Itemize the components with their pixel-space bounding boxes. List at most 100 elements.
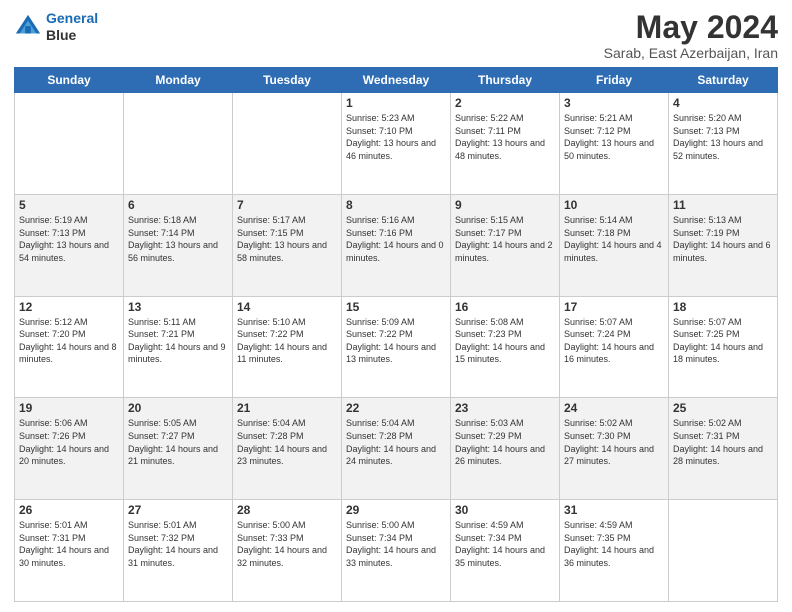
table-row: 10 Sunrise: 5:14 AM Sunset: 7:18 PM Dayli… — [560, 194, 669, 296]
table-row: 12Sunrise: 5:12 AM Sunset: 7:20 PM Dayli… — [15, 296, 124, 398]
table-row: 20Sunrise: 5:05 AM Sunset: 7:27 PM Dayli… — [124, 398, 233, 500]
month-title: May 2024 — [604, 10, 778, 45]
day-info: Sunrise: 5:02 AM Sunset: 7:30 PM Dayligh… — [564, 417, 664, 467]
day-number: 5 — [19, 198, 119, 212]
day-info: Sunrise: 5:06 AM Sunset: 7:26 PM Dayligh… — [19, 417, 119, 467]
day-info: Sunrise: 5:20 AM Sunset: 7:13 PM Dayligh… — [673, 112, 773, 162]
table-row: 2 Sunrise: 5:22 AM Sunset: 7:11 PM Daylig… — [451, 93, 560, 195]
table-row: 25Sunrise: 5:02 AM Sunset: 7:31 PM Dayli… — [669, 398, 778, 500]
table-row: 14 Sunrise: 5:10 AM Sunset: 7:22 PM Dayli… — [233, 296, 342, 398]
table-row: 22 Sunrise: 5:04 AM Sunset: 7:28 PM Dayli… — [342, 398, 451, 500]
table-row: 5 Sunrise: 5:19 AM Sunset: 7:13 PM Daylig… — [15, 194, 124, 296]
day-info: Sunrise: 5:04 AM Sunset: 7:28 PM Dayligh… — [346, 417, 446, 467]
day-number: 26 — [19, 503, 119, 517]
table-row: 16Sunrise: 5:08 AM Sunset: 7:23 PM Dayli… — [451, 296, 560, 398]
day-info: Sunrise: 5:07 AM Sunset: 7:25 PM Dayligh… — [673, 316, 773, 366]
table-row: 28 Sunrise: 5:00 AM Sunset: 7:33 PM Dayli… — [233, 500, 342, 602]
table-row: 18 Sunrise: 5:07 AM Sunset: 7:25 PM Dayli… — [669, 296, 778, 398]
logo-line1: General — [46, 10, 98, 26]
table-row: 17 Sunrise: 5:07 AM Sunset: 7:24 PM Dayli… — [560, 296, 669, 398]
day-number: 7 — [237, 198, 337, 212]
week-row-1: 5 Sunrise: 5:19 AM Sunset: 7:13 PM Daylig… — [15, 194, 778, 296]
table-row: 24 Sunrise: 5:02 AM Sunset: 7:30 PM Dayli… — [560, 398, 669, 500]
day-number: 4 — [673, 96, 773, 110]
day-info: Sunrise: 5:11 AM Sunset: 7:21 PM Dayligh… — [128, 316, 228, 366]
week-row-2: 12Sunrise: 5:12 AM Sunset: 7:20 PM Dayli… — [15, 296, 778, 398]
table-row: 9 Sunrise: 5:15 AM Sunset: 7:17 PM Daylig… — [451, 194, 560, 296]
day-info: Sunrise: 5:00 AM Sunset: 7:33 PM Dayligh… — [237, 519, 337, 569]
col-wednesday: Wednesday — [342, 68, 451, 93]
day-number: 28 — [237, 503, 337, 517]
table-row — [233, 93, 342, 195]
col-friday: Friday — [560, 68, 669, 93]
table-row: 7Sunrise: 5:17 AM Sunset: 7:15 PM Daylig… — [233, 194, 342, 296]
day-info: Sunrise: 5:07 AM Sunset: 7:24 PM Dayligh… — [564, 316, 664, 366]
day-info: Sunrise: 4:59 AM Sunset: 7:34 PM Dayligh… — [455, 519, 555, 569]
day-info: Sunrise: 5:10 AM Sunset: 7:22 PM Dayligh… — [237, 316, 337, 366]
day-number: 27 — [128, 503, 228, 517]
table-row — [15, 93, 124, 195]
day-number: 24 — [564, 401, 664, 415]
table-row — [669, 500, 778, 602]
day-number: 1 — [346, 96, 446, 110]
day-number: 14 — [237, 300, 337, 314]
week-row-0: 1 Sunrise: 5:23 AM Sunset: 7:10 PM Daylig… — [15, 93, 778, 195]
col-thursday: Thursday — [451, 68, 560, 93]
day-info: Sunrise: 5:23 AM Sunset: 7:10 PM Dayligh… — [346, 112, 446, 162]
table-row: 26Sunrise: 5:01 AM Sunset: 7:31 PM Dayli… — [15, 500, 124, 602]
day-info: Sunrise: 5:00 AM Sunset: 7:34 PM Dayligh… — [346, 519, 446, 569]
day-number: 17 — [564, 300, 664, 314]
table-row: 11Sunrise: 5:13 AM Sunset: 7:19 PM Dayli… — [669, 194, 778, 296]
table-row: 3 Sunrise: 5:21 AM Sunset: 7:12 PM Daylig… — [560, 93, 669, 195]
table-row: 27 Sunrise: 5:01 AM Sunset: 7:32 PM Dayli… — [124, 500, 233, 602]
day-number: 13 — [128, 300, 228, 314]
title-block: May 2024 Sarab, East Azerbaijan, Iran — [604, 10, 778, 61]
calendar-table: Sunday Monday Tuesday Wednesday Thursday… — [14, 67, 778, 602]
day-number: 9 — [455, 198, 555, 212]
table-row: 8 Sunrise: 5:16 AM Sunset: 7:16 PM Daylig… — [342, 194, 451, 296]
logo-text: General Blue — [46, 10, 98, 44]
logo-icon — [14, 13, 42, 41]
logo: General Blue — [14, 10, 98, 44]
day-info: Sunrise: 5:19 AM Sunset: 7:13 PM Dayligh… — [19, 214, 119, 264]
table-row: 1 Sunrise: 5:23 AM Sunset: 7:10 PM Daylig… — [342, 93, 451, 195]
day-number: 22 — [346, 401, 446, 415]
day-number: 21 — [237, 401, 337, 415]
day-info: Sunrise: 5:14 AM Sunset: 7:18 PM Dayligh… — [564, 214, 664, 264]
day-info: Sunrise: 5:18 AM Sunset: 7:14 PM Dayligh… — [128, 214, 228, 264]
table-row: 4 Sunrise: 5:20 AM Sunset: 7:13 PM Daylig… — [669, 93, 778, 195]
col-tuesday: Tuesday — [233, 68, 342, 93]
day-info: Sunrise: 5:22 AM Sunset: 7:11 PM Dayligh… — [455, 112, 555, 162]
day-info: Sunrise: 5:21 AM Sunset: 7:12 PM Dayligh… — [564, 112, 664, 162]
day-number: 18 — [673, 300, 773, 314]
day-number: 8 — [346, 198, 446, 212]
table-row: 13 Sunrise: 5:11 AM Sunset: 7:21 PM Dayli… — [124, 296, 233, 398]
day-number: 30 — [455, 503, 555, 517]
day-info: Sunrise: 5:15 AM Sunset: 7:17 PM Dayligh… — [455, 214, 555, 264]
day-number: 3 — [564, 96, 664, 110]
day-number: 10 — [564, 198, 664, 212]
table-row: 30 Sunrise: 4:59 AM Sunset: 7:34 PM Dayli… — [451, 500, 560, 602]
col-saturday: Saturday — [669, 68, 778, 93]
table-row: 23Sunrise: 5:03 AM Sunset: 7:29 PM Dayli… — [451, 398, 560, 500]
day-number: 2 — [455, 96, 555, 110]
day-info: Sunrise: 4:59 AM Sunset: 7:35 PM Dayligh… — [564, 519, 664, 569]
day-info: Sunrise: 5:01 AM Sunset: 7:32 PM Dayligh… — [128, 519, 228, 569]
day-info: Sunrise: 5:12 AM Sunset: 7:20 PM Dayligh… — [19, 316, 119, 366]
day-number: 29 — [346, 503, 446, 517]
day-info: Sunrise: 5:04 AM Sunset: 7:28 PM Dayligh… — [237, 417, 337, 467]
day-info: Sunrise: 5:02 AM Sunset: 7:31 PM Dayligh… — [673, 417, 773, 467]
page: General Blue May 2024 Sarab, East Azerba… — [0, 0, 792, 612]
day-info: Sunrise: 5:05 AM Sunset: 7:27 PM Dayligh… — [128, 417, 228, 467]
week-row-3: 19 Sunrise: 5:06 AM Sunset: 7:26 PM Dayli… — [15, 398, 778, 500]
table-row: 15Sunrise: 5:09 AM Sunset: 7:22 PM Dayli… — [342, 296, 451, 398]
day-number: 23 — [455, 401, 555, 415]
day-number: 16 — [455, 300, 555, 314]
day-number: 15 — [346, 300, 446, 314]
day-number: 19 — [19, 401, 119, 415]
week-row-4: 26Sunrise: 5:01 AM Sunset: 7:31 PM Dayli… — [15, 500, 778, 602]
table-row: 29 Sunrise: 5:00 AM Sunset: 7:34 PM Dayli… — [342, 500, 451, 602]
table-row — [124, 93, 233, 195]
day-info: Sunrise: 5:16 AM Sunset: 7:16 PM Dayligh… — [346, 214, 446, 264]
day-info: Sunrise: 5:13 AM Sunset: 7:19 PM Dayligh… — [673, 214, 773, 264]
